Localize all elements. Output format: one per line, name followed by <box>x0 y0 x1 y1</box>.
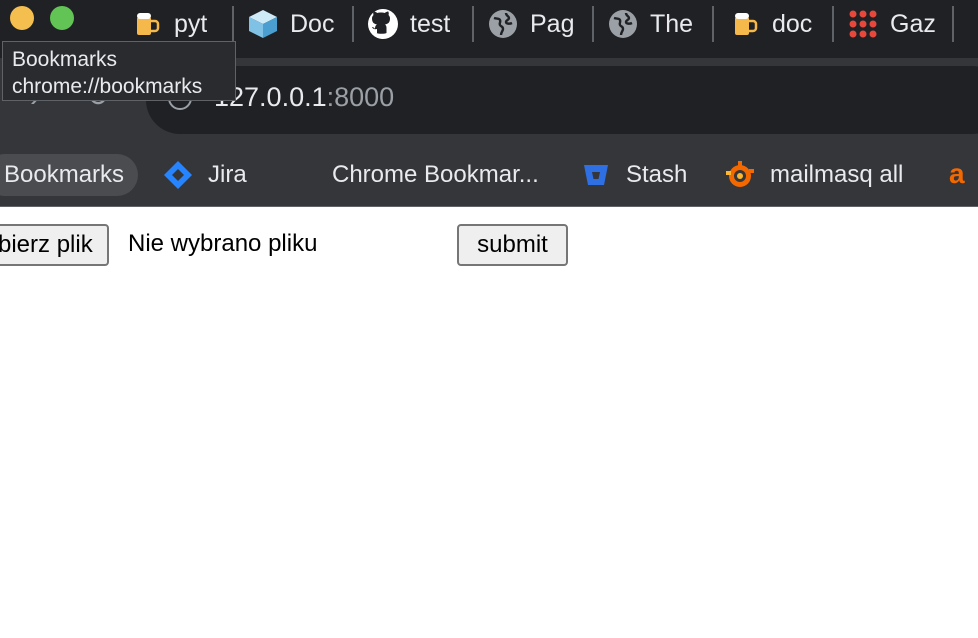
tab-title: pyt <box>174 9 208 38</box>
tab-separator <box>712 6 714 42</box>
amazon-icon: a <box>946 159 978 191</box>
tab-the[interactable]: The <box>606 0 700 48</box>
tab-separator <box>592 6 594 42</box>
url-text[interactable]: 127.0.0.1:8000 <box>214 82 394 113</box>
tab-separator <box>232 6 234 42</box>
tab-title: Pag <box>530 9 575 38</box>
tab-title: The <box>650 9 694 38</box>
bookmark-mailmasq[interactable]: mailmasq all <box>724 154 903 196</box>
bookmarks-bar: Bookmarks Jira Chrome Bookmar... Stash m… <box>0 142 978 206</box>
jira-icon <box>162 159 194 191</box>
dots-grid-icon <box>846 7 880 41</box>
submit-button[interactable]: submit <box>457 224 568 266</box>
tab-title: test <box>410 9 451 38</box>
tab-gaz[interactable]: Gaz <box>846 0 940 48</box>
bookmark-label: Bookmarks <box>4 161 125 188</box>
tab-title: Gaz <box>890 9 936 38</box>
tooltip-title: Bookmarks <box>12 48 118 71</box>
grafana-icon <box>724 159 756 191</box>
bookmark-stash[interactable]: Stash <box>580 154 687 196</box>
tab-separator <box>352 6 354 42</box>
bitbucket-icon <box>580 159 612 191</box>
tab-pag[interactable]: Pag <box>486 0 580 48</box>
page-content: bierz plik Nie wybrano pliku submit <box>0 208 978 638</box>
minimize-window-button[interactable] <box>10 6 34 30</box>
tab-separator <box>832 6 834 42</box>
file-status-text: Nie wybrano pliku <box>128 230 318 257</box>
bookmark-label: Stash <box>626 161 688 188</box>
tab-test[interactable]: test <box>366 0 460 48</box>
cube-icon <box>246 7 280 41</box>
bookmark-chrome-bookmarks[interactable]: Chrome Bookmar... <box>332 154 539 196</box>
globe-icon <box>486 7 520 41</box>
globe-icon <box>606 7 640 41</box>
bookmark-label: Jira <box>208 161 247 188</box>
bookmark-bookmarks[interactable]: Bookmarks <box>0 154 139 196</box>
svg-text:a: a <box>949 159 965 189</box>
bookmark-amazon[interactable]: a <box>946 154 978 196</box>
address-bar[interactable]: 127.0.0.1:8000 <box>146 66 978 134</box>
maximize-window-button[interactable] <box>50 6 74 30</box>
tooltip-url: chrome://bookmarks <box>12 75 203 98</box>
bookmark-label: mailmasq all <box>770 161 904 188</box>
toolbar-divider <box>0 206 978 207</box>
github-icon <box>366 7 400 41</box>
tab-doc[interactable]: Doc <box>246 0 340 48</box>
tab-title: doc <box>772 9 813 38</box>
choose-file-button[interactable]: bierz plik <box>0 224 109 266</box>
browser-chrome: pyt Doc test Pag The doc Gaz 127.0.0.1:8… <box>0 0 978 207</box>
bookmark-tooltip: Bookmarks chrome://bookmarks <box>2 41 236 101</box>
tab-title: Doc <box>290 9 335 38</box>
tab-doc-2[interactable]: doc <box>728 0 820 48</box>
bookmark-jira[interactable]: Jira <box>162 154 247 196</box>
beer-mug-icon <box>728 7 762 41</box>
beer-mug-icon <box>130 7 164 41</box>
tab-separator <box>952 6 954 42</box>
bookmark-label: Chrome Bookmar... <box>332 161 539 188</box>
tab-separator <box>472 6 474 42</box>
url-port: :8000 <box>326 82 395 112</box>
